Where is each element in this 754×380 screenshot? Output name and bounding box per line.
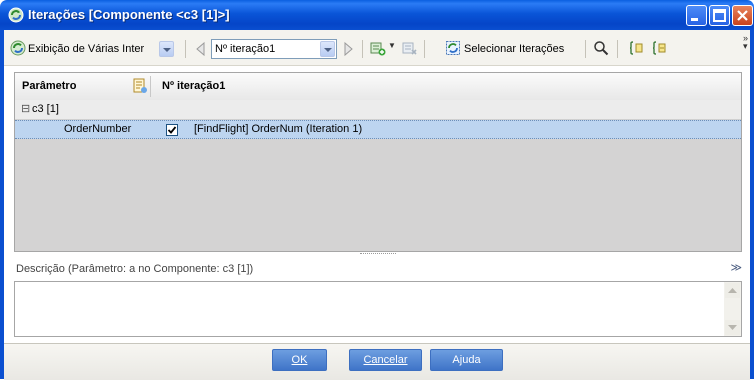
toolbar-separator (424, 40, 425, 58)
add-iteration-icon[interactable] (370, 40, 386, 56)
minimize-button[interactable] (686, 5, 707, 26)
view-mode-dropdown[interactable] (158, 40, 176, 60)
column-header-parameter[interactable]: Parâmetro (22, 80, 76, 92)
chevron-down-icon (320, 41, 335, 57)
toolbar-separator (185, 40, 186, 58)
select-iterations-icon[interactable] (445, 40, 461, 56)
search-icon[interactable] (593, 40, 609, 56)
iterations-grid: Parâmetro Nº iteração1 ⊟ c3 [1] OrderNum… (14, 72, 742, 252)
add-iteration-dropdown-icon[interactable]: ▼ (388, 41, 396, 50)
iterations-icon (8, 7, 24, 23)
collapse-description-icon[interactable]: ≫ (730, 261, 742, 274)
export-parameters-icon[interactable] (651, 40, 667, 56)
description-scrollbar[interactable] (724, 282, 741, 336)
toolbar-separator (585, 40, 586, 58)
minimize-icon (691, 18, 698, 21)
view-mode-label[interactable]: Exibição de Várias Inter (28, 40, 144, 58)
description-field[interactable] (14, 281, 742, 337)
parameter-name: OrderNumber (64, 123, 132, 135)
row-checkbox[interactable] (166, 124, 178, 136)
import-parameters-icon[interactable] (628, 40, 644, 56)
select-iterations-button[interactable]: Selecionar Iterações (464, 40, 564, 58)
chevron-down-icon (159, 41, 174, 57)
previous-iteration-icon[interactable] (193, 41, 209, 57)
next-iteration-icon[interactable] (340, 41, 356, 57)
help-button-label: Ajuda (452, 354, 481, 366)
title-bar[interactable]: Iterações [Componente <c3 [1]>] (0, 0, 754, 30)
toolbar-overflow-icon[interactable]: » ▾ (743, 34, 748, 51)
group-row[interactable]: ⊟ c3 [1] (15, 100, 741, 120)
close-icon (737, 10, 748, 21)
maximize-button[interactable] (709, 5, 730, 26)
help-button[interactable]: Ajuda (430, 349, 503, 371)
dialog-footer: OK Cancelar Ajuda (4, 343, 750, 380)
ok-button[interactable]: OK (272, 349, 327, 371)
cancel-button-label: Cancelar (363, 354, 408, 366)
multi-iteration-view-icon (10, 40, 26, 56)
collapse-toggle-icon[interactable]: ⊟ (21, 102, 30, 115)
toolbar-separator (362, 40, 363, 58)
grid-header: Parâmetro Nº iteração1 (15, 73, 741, 101)
cancel-button[interactable]: Cancelar (349, 349, 422, 371)
remove-iteration-icon[interactable] (402, 40, 418, 56)
window-frame-left (0, 30, 4, 379)
iteration-value[interactable]: [FindFlight] OrderNum (Iteration 1) (194, 123, 362, 135)
scroll-up-icon[interactable] (725, 283, 740, 298)
iteration-select-value: Nº iteração1 (215, 43, 276, 55)
iteration-select[interactable]: Nº iteração1 (211, 39, 337, 59)
group-label: c3 [1] (32, 103, 59, 115)
description-label: Descrição (Parâmetro: a no Componente: c… (16, 263, 254, 275)
ok-button-label: OK (291, 354, 308, 366)
close-button[interactable] (732, 5, 753, 26)
toolbar: Exibição de Várias Inter Nº iteração1 ▼ … (4, 30, 750, 66)
toolbar-separator (617, 40, 618, 58)
table-row[interactable]: OrderNumber [FindFlight] OrderNum (Itera… (15, 120, 741, 139)
checkmark-icon (167, 126, 177, 134)
description-header: Descrição (Parâmetro: a no Componente: c… (4, 256, 750, 280)
scroll-down-icon[interactable] (725, 320, 740, 335)
window-title: Iterações [Componente <c3 [1]>] (28, 7, 230, 22)
column-divider[interactable] (150, 76, 151, 97)
maximize-icon (713, 9, 726, 22)
window-frame-right (750, 30, 754, 379)
column-header-iteration[interactable]: Nº iteração1 (162, 80, 225, 92)
column-options-icon[interactable] (132, 78, 148, 94)
